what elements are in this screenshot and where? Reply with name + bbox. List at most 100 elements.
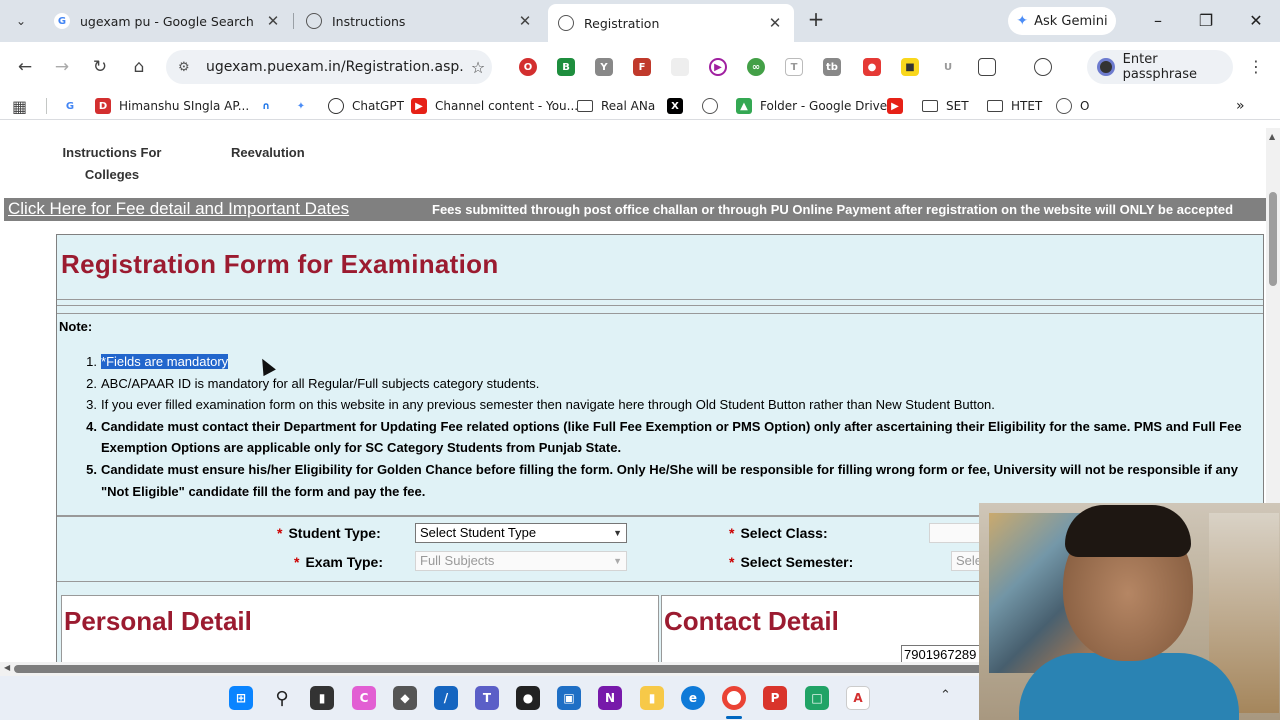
bookmark-label: O — [1080, 99, 1090, 113]
extension-opera-icon[interactable]: O — [519, 58, 537, 76]
close-icon[interactable]: ✕ — [766, 14, 784, 32]
extension-lock-icon[interactable]: ■ — [901, 58, 919, 76]
edge-icon[interactable]: e — [681, 686, 705, 710]
bookmark-youtube[interactable]: ▶ — [887, 96, 911, 116]
extension-blank-icon[interactable] — [671, 58, 689, 76]
bookmark-youtube-channel[interactable]: ▶ Channel content - You... — [411, 96, 578, 116]
file-explorer-icon[interactable]: ▮ — [640, 686, 664, 710]
extension-y-icon[interactable]: Y — [595, 58, 613, 76]
label-text: Student Type: — [288, 525, 381, 541]
notes-list: 1. *Fields are mandatory 2. ABC/APAAR ID… — [81, 351, 1253, 502]
extension-u-icon[interactable]: U — [939, 58, 957, 76]
url-text[interactable]: ugexam.puexam.in/Registration.asp... — [206, 59, 464, 75]
close-icon[interactable]: ✕ — [264, 12, 282, 30]
bookmark-arc[interactable]: ∩ — [258, 96, 282, 116]
apps-grid-icon[interactable]: ▦ — [12, 96, 27, 116]
scroll-left-icon[interactable]: ◀ — [4, 663, 10, 672]
acrobat-icon[interactable]: A — [846, 686, 870, 710]
home-button[interactable]: ⌂ — [126, 54, 152, 80]
personal-detail-section: Personal Detail — [61, 595, 659, 662]
extension-play-icon[interactable]: ▶ — [709, 58, 727, 76]
extensions-puzzle-icon[interactable] — [978, 58, 996, 76]
app-stylus-icon[interactable]: / — [434, 686, 458, 710]
extension-link-icon[interactable]: ∞ — [747, 58, 765, 76]
pdf-reader-icon[interactable]: P — [763, 686, 787, 710]
bookmark-himanshu[interactable]: D Himanshu SIngla AP... — [95, 96, 249, 116]
extension-record-icon[interactable]: ● — [863, 58, 881, 76]
close-window-button[interactable]: ✕ — [1236, 8, 1276, 34]
new-tab-button[interactable]: + — [804, 8, 828, 32]
webcam-person-body — [1019, 653, 1239, 720]
bookmark-globe[interactable] — [702, 96, 726, 116]
section-title: Contact Detail — [664, 606, 839, 636]
nav-reevaluation[interactable]: Reevalution — [231, 142, 305, 164]
bookmark-star-icon[interactable]: ☆ — [464, 58, 492, 77]
marquee-text: Fees submitted through post office chall… — [432, 202, 1234, 217]
system-tray-chevron-icon[interactable]: ⌃ — [940, 688, 951, 703]
more-bookmarks-icon[interactable]: » — [1236, 96, 1245, 116]
task-view-icon[interactable]: ▮ — [310, 686, 334, 710]
minimize-button[interactable]: – — [1138, 8, 1178, 34]
bookmark-google-drive[interactable]: ▲ Folder - Google Drive — [736, 96, 887, 116]
calendar-icon[interactable]: ▣ — [557, 686, 581, 710]
menu-kebab-icon[interactable]: ⋮ — [1246, 54, 1266, 80]
extension-bulk-send-icon[interactable]: B — [557, 58, 575, 76]
close-icon[interactable]: ✕ — [516, 12, 534, 30]
gemini-icon: ✦ — [293, 98, 309, 114]
bookmark-x[interactable]: X — [667, 96, 691, 116]
bookmark-set[interactable]: SET — [922, 96, 969, 116]
tab-google-search[interactable]: G ugexam pu - Google Search ✕ — [44, 6, 292, 36]
extension-flag-icon[interactable]: F — [633, 58, 651, 76]
passphrase-button[interactable]: Enter passphrase — [1087, 50, 1233, 84]
back-button[interactable]: ← — [12, 54, 38, 80]
scrollbar-thumb[interactable] — [14, 665, 1030, 673]
chrome-icon[interactable] — [722, 686, 746, 710]
bookmark-real-ana[interactable]: Real ANa — [577, 96, 655, 116]
tab-registration[interactable]: Registration ✕ — [548, 4, 794, 42]
site-info-icon[interactable]: ⚙ — [178, 60, 196, 75]
bookmark-o[interactable]: O — [1056, 96, 1089, 116]
mobile-number-input[interactable]: 7901967289 — [901, 645, 981, 662]
bookmark-gemini[interactable]: ✦ — [293, 96, 317, 116]
bookmark-google[interactable]: G — [62, 96, 86, 116]
forward-button[interactable]: → — [49, 54, 75, 80]
globe-icon — [1056, 98, 1072, 114]
app-green-icon[interactable]: □ — [805, 686, 829, 710]
extension-text-icon[interactable]: T — [785, 58, 803, 76]
windows-start-icon[interactable]: ⊞ — [229, 686, 253, 710]
browser-toolbar: ← → ↻ ⌂ ⚙ ugexam.puexam.in/Registration.… — [0, 42, 1280, 92]
search-icon[interactable]: ⚲ — [270, 686, 294, 710]
tab-search-button[interactable]: ⌄ — [8, 8, 34, 34]
select-value: Full Subjects — [420, 553, 495, 568]
tab-instructions[interactable]: Instructions ✕ — [296, 6, 544, 36]
bookmarks-bar: ▦ G D Himanshu SIngla AP... ∩ ✦ ChatGPT … — [0, 92, 1280, 120]
address-bar[interactable]: ⚙ ugexam.puexam.in/Registration.asp... ☆ — [166, 50, 492, 84]
nav-instructions-for-colleges[interactable]: Instructions For Colleges — [56, 142, 168, 186]
app-cube-icon[interactable]: ◆ — [393, 686, 417, 710]
app-notification-icon[interactable]: ● — [516, 686, 540, 710]
student-type-select[interactable]: Select Student Type ▼ — [415, 523, 627, 543]
exam-type-select[interactable]: Full Subjects ▼ — [415, 551, 627, 571]
fee-detail-link[interactable]: Click Here for Fee detail and Important … — [8, 198, 349, 220]
restore-button[interactable]: ❐ — [1186, 8, 1226, 34]
scrollbar-thumb[interactable] — [1269, 192, 1277, 286]
bookmark-chatgpt[interactable]: ChatGPT — [328, 96, 404, 116]
teams-icon[interactable]: T — [475, 686, 499, 710]
google-lens-icon[interactable] — [1034, 58, 1052, 76]
tab-title: Instructions — [332, 13, 406, 29]
exam-type-label: * Exam Type: — [294, 554, 383, 570]
section-title: Personal Detail — [64, 606, 252, 636]
bookmark-htet[interactable]: HTET — [987, 96, 1042, 116]
copilot-icon[interactable]: C — [352, 686, 376, 710]
select-class-label: * Select Class: — [729, 525, 828, 541]
youtube-icon: ▶ — [411, 98, 427, 114]
note-item: 3. If you ever filled examination form o… — [81, 394, 1253, 416]
note-highlighted-selection: *Fields are mandatory — [101, 354, 229, 369]
divider — [57, 305, 1263, 306]
onenote-icon[interactable]: N — [598, 686, 622, 710]
reload-button[interactable]: ↻ — [87, 54, 113, 80]
ask-gemini-button[interactable]: ✦ Ask Gemini — [1008, 7, 1116, 35]
extension-tb-icon[interactable]: tb — [823, 58, 841, 76]
folder-icon — [987, 100, 1003, 112]
scroll-up-icon[interactable]: ▲ — [1269, 132, 1275, 141]
